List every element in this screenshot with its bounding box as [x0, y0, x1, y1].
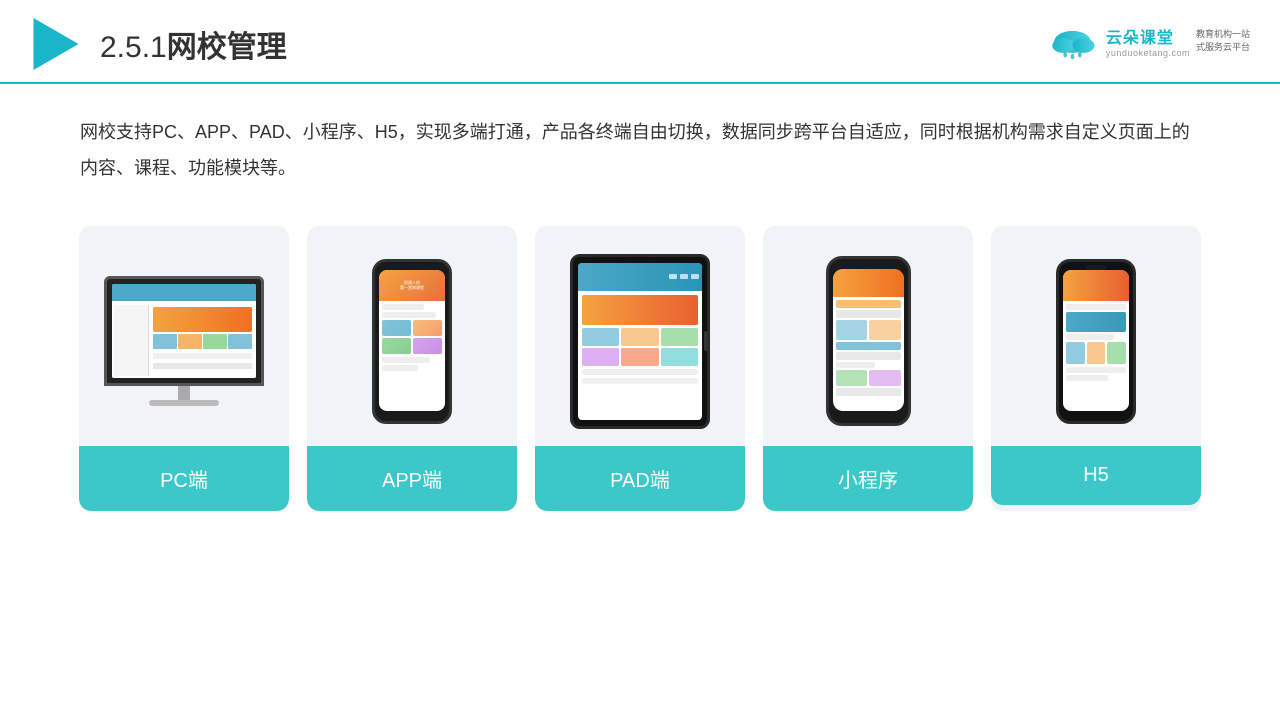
platform-cards: PC端 职通人的第一堂刷课堂 — [0, 206, 1280, 541]
phone-notch — [401, 265, 423, 270]
pc-mockup — [104, 276, 264, 406]
h5-mockup — [1056, 259, 1136, 424]
miniprogram-screen — [833, 269, 904, 411]
play-logo-icon — [30, 18, 82, 70]
card-pad-image — [535, 226, 745, 446]
phone-notch-h5 — [1086, 265, 1106, 270]
brand-tagline: 教育机构一站式服务云平台 — [1196, 28, 1250, 53]
card-app-label: APP端 — [307, 446, 517, 511]
card-h5-label: H5 — [991, 446, 1201, 505]
card-h5-image — [991, 226, 1201, 446]
phone-notch-mini — [856, 263, 880, 269]
h5-screen — [1063, 270, 1129, 411]
pad-screen — [578, 263, 702, 420]
app-screen: 职通人的第一堂刷课堂 — [379, 270, 445, 411]
app-screen-text: 职通人的第一堂刷课堂 — [400, 280, 424, 290]
page-title: 2.5.1网校管理 — [100, 22, 287, 66]
miniprogram-mockup — [826, 256, 911, 426]
card-miniprogram: 小程序 — [763, 226, 973, 511]
brand-text: 云朵课堂 yunduoketang.com — [1106, 24, 1190, 58]
cloud-icon — [1045, 21, 1100, 61]
page-header: 2.5.1网校管理 云朵课堂 — [0, 0, 1280, 84]
card-app-image: 职通人的第一堂刷课堂 — [307, 226, 517, 446]
description-text: 网校支持PC、APP、PAD、小程序、H5，实现多端打通，产品各终端自由切换，数… — [0, 84, 1280, 206]
pad-mockup — [570, 254, 710, 429]
brand-logo: 云朵课堂 yunduoketang.com 教育机构一站式服务云平台 — [1045, 21, 1250, 61]
app-mockup: 职通人的第一堂刷课堂 — [372, 259, 452, 424]
card-app: 职通人的第一堂刷课堂 — [307, 226, 517, 511]
card-pad: PAD端 — [535, 226, 745, 511]
card-miniprogram-label: 小程序 — [763, 446, 973, 511]
card-pc-label: PC端 — [79, 446, 289, 511]
card-pc: PC端 — [79, 226, 289, 511]
card-h5: H5 — [991, 226, 1201, 511]
card-miniprogram-image — [763, 226, 973, 446]
pad-home-btn — [704, 331, 708, 351]
card-pc-image — [79, 226, 289, 446]
card-pad-label: PAD端 — [535, 446, 745, 511]
